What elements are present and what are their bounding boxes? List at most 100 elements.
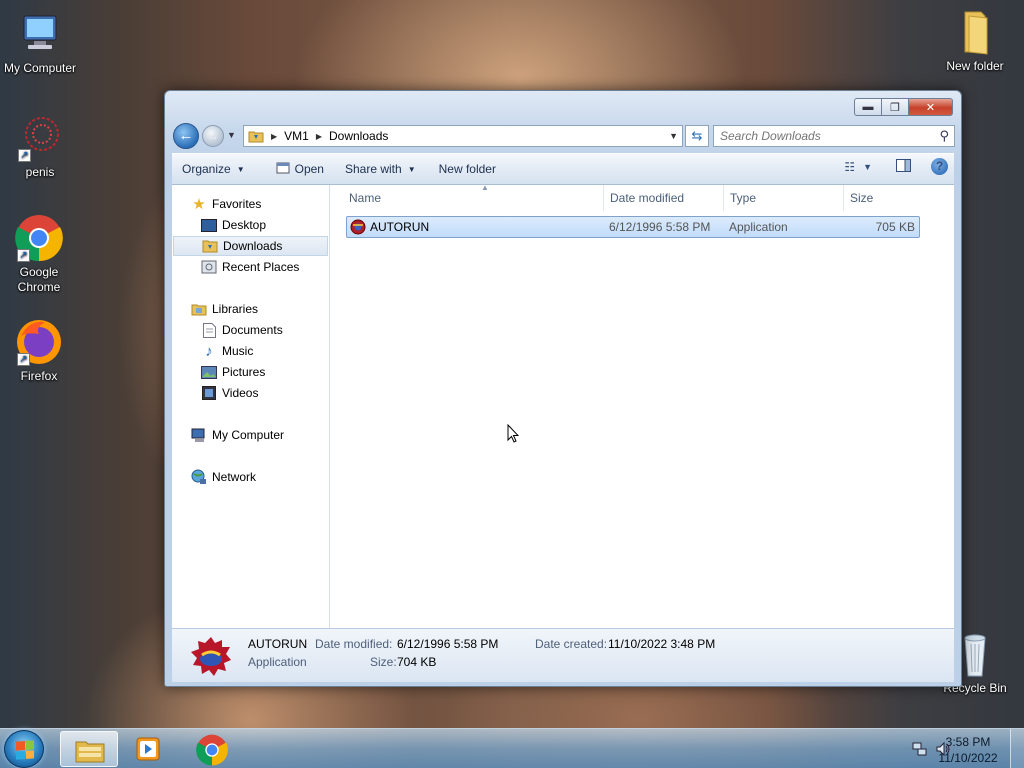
downloads-folder-icon [202,238,218,254]
pictures-icon [201,364,217,380]
view-options-chevron-icon[interactable]: ▼ [863,162,872,172]
taskbar-explorer-button[interactable] [60,731,118,767]
chrome-icon: ↗ [15,214,63,262]
window-body: ★ Favorites Desktop Downloads Recent Pla… [172,183,954,628]
shortcut-arrow-icon: ↗ [17,353,30,366]
nav-item-videos[interactable]: Videos [201,383,258,403]
file-list-pane[interactable]: Name ▲ Date modified Type Size AUTORUN 6… [331,183,954,628]
clock-time: 3:58 PM [945,735,991,749]
windows-logo-icon [16,740,34,760]
details-size-label: Size: [370,655,397,669]
refresh-button[interactable]: ⇆ [685,125,709,147]
maximize-button[interactable]: ❐ [882,98,909,116]
nav-item-network[interactable]: Network [191,467,256,487]
change-view-icon[interactable]: ☷ [844,160,855,174]
nav-item-libraries[interactable]: Libraries [191,299,258,319]
search-icon[interactable]: ⚲ [939,128,949,144]
forward-arrow-icon: → [207,129,219,143]
nav-item-desktop[interactable]: Desktop [201,215,266,235]
recent-pages-dropdown[interactable]: ▼ [227,130,236,140]
media-player-icon [134,736,162,765]
minimize-icon: ▬ [862,101,874,113]
back-arrow-icon: ← [178,127,194,144]
nav-label: My Computer [212,428,285,442]
nav-item-recent-places[interactable]: Recent Places [201,257,299,277]
new-folder-button[interactable]: New folder [425,157,505,181]
mouse-cursor-icon [507,424,519,443]
desktop-icon-new-folder[interactable]: New folder [935,8,1015,74]
nav-item-documents[interactable]: Documents [201,320,283,340]
nav-item-downloads[interactable]: Downloads [173,236,328,256]
search-box[interactable]: ⚲ [713,125,955,147]
details-file-name: AUTORUN [248,637,308,651]
breadcrumb-downloads[interactable]: Downloads [325,129,392,143]
organize-button[interactable]: Organize ▼ [172,157,254,181]
nav-label: Downloads [223,239,283,253]
help-icon[interactable]: ? [931,158,948,175]
address-row: ← → ▼ ▶ VM1 ▶ Downloads ▼ ⇆ ⚲ [173,123,955,149]
open-label: Open [294,162,324,176]
desktop-icon-my-computer[interactable]: My Computer [0,10,80,76]
computer-icon [16,10,64,58]
minimize-button[interactable]: ▬ [854,98,882,116]
column-header-date-modified[interactable]: Date modified [604,185,724,211]
close-icon: ✕ [925,101,936,114]
column-header-type[interactable]: Type [724,185,844,211]
breadcrumb-separator-icon[interactable]: ▶ [313,132,325,141]
open-icon [276,161,290,178]
address-dropdown-icon[interactable]: ▼ [669,131,678,141]
open-button[interactable]: Open [254,157,333,181]
address-bar[interactable]: ▶ VM1 ▶ Downloads ▼ [243,125,683,147]
back-button[interactable]: ← [173,123,199,149]
column-header-size[interactable]: Size [844,185,920,211]
chevron-down-icon: ▼ [236,164,245,174]
clock[interactable]: 3:58 PM 11/10/2022 [933,734,1003,766]
nav-label: Music [222,344,254,358]
videos-film-icon [201,385,217,401]
file-date-modified: 6/12/1996 5:58 PM [609,220,711,234]
nav-item-music[interactable]: ♪ Music [201,341,253,361]
application-thumbnail-icon [189,635,233,680]
desktop-icon [201,217,217,233]
nav-item-my-computer[interactable]: My Computer [191,425,284,445]
firefox-icon: ↗ [15,318,63,366]
breadcrumb-vm1[interactable]: VM1 [280,129,313,143]
nav-label: Videos [222,386,259,400]
clock-date: 11/10/2022 [938,751,998,765]
details-date-created: 11/10/2022 3:48 PM [608,637,716,651]
nav-item-pictures[interactable]: Pictures [201,362,265,382]
shortcut-arrow-icon: ↗ [18,149,31,162]
details-type: Application [248,655,307,669]
forward-button[interactable]: → [202,125,224,147]
command-bar: Organize ▼ Open Share with ▼ New folder … [172,153,954,185]
star-icon: ★ [192,196,206,213]
breadcrumb-separator-icon[interactable]: ▶ [268,132,280,141]
column-header-name[interactable]: Name ▲ [343,183,604,211]
file-name: AUTORUN [370,220,430,234]
file-type: Application [729,220,788,234]
file-row-autorun[interactable]: AUTORUN 6/12/1996 5:58 PM Application 70… [346,216,920,238]
documents-icon [201,322,217,338]
libraries-icon [191,301,207,317]
desktop-icon-label: Firefox [20,369,58,383]
nav-item-favorites[interactable]: ★ Favorites [191,194,261,214]
taskbar-chrome-button[interactable] [183,731,241,767]
explorer-window[interactable]: ▬ ❐ ✕ ← → ▼ ▶ VM1 ▶ Downloads ▼ ⇆ ⚲ Orga… [164,90,962,687]
search-input[interactable] [714,126,924,146]
desktop-icon-firefox[interactable]: ↗ Firefox [0,318,78,384]
network-globe-icon [191,469,207,485]
close-button[interactable]: ✕ [909,98,953,116]
show-desktop-button[interactable] [1010,729,1024,768]
start-button[interactable] [4,730,44,768]
nav-label: Desktop [222,218,267,232]
taskbar-media-player-button[interactable] [120,731,178,767]
network-status-icon[interactable] [912,741,928,760]
desktop-icon-penis[interactable]: ↗ penis [0,114,80,180]
share-with-button[interactable]: Share with ▼ [333,157,425,181]
desktop-icon-google-chrome[interactable]: ↗ Google Chrome [0,214,78,295]
preview-pane-icon[interactable] [896,158,911,175]
folder-icon [244,128,268,144]
computer-icon [191,427,207,443]
nav-label: Network [212,470,257,484]
column-header-label: Size [850,191,874,205]
